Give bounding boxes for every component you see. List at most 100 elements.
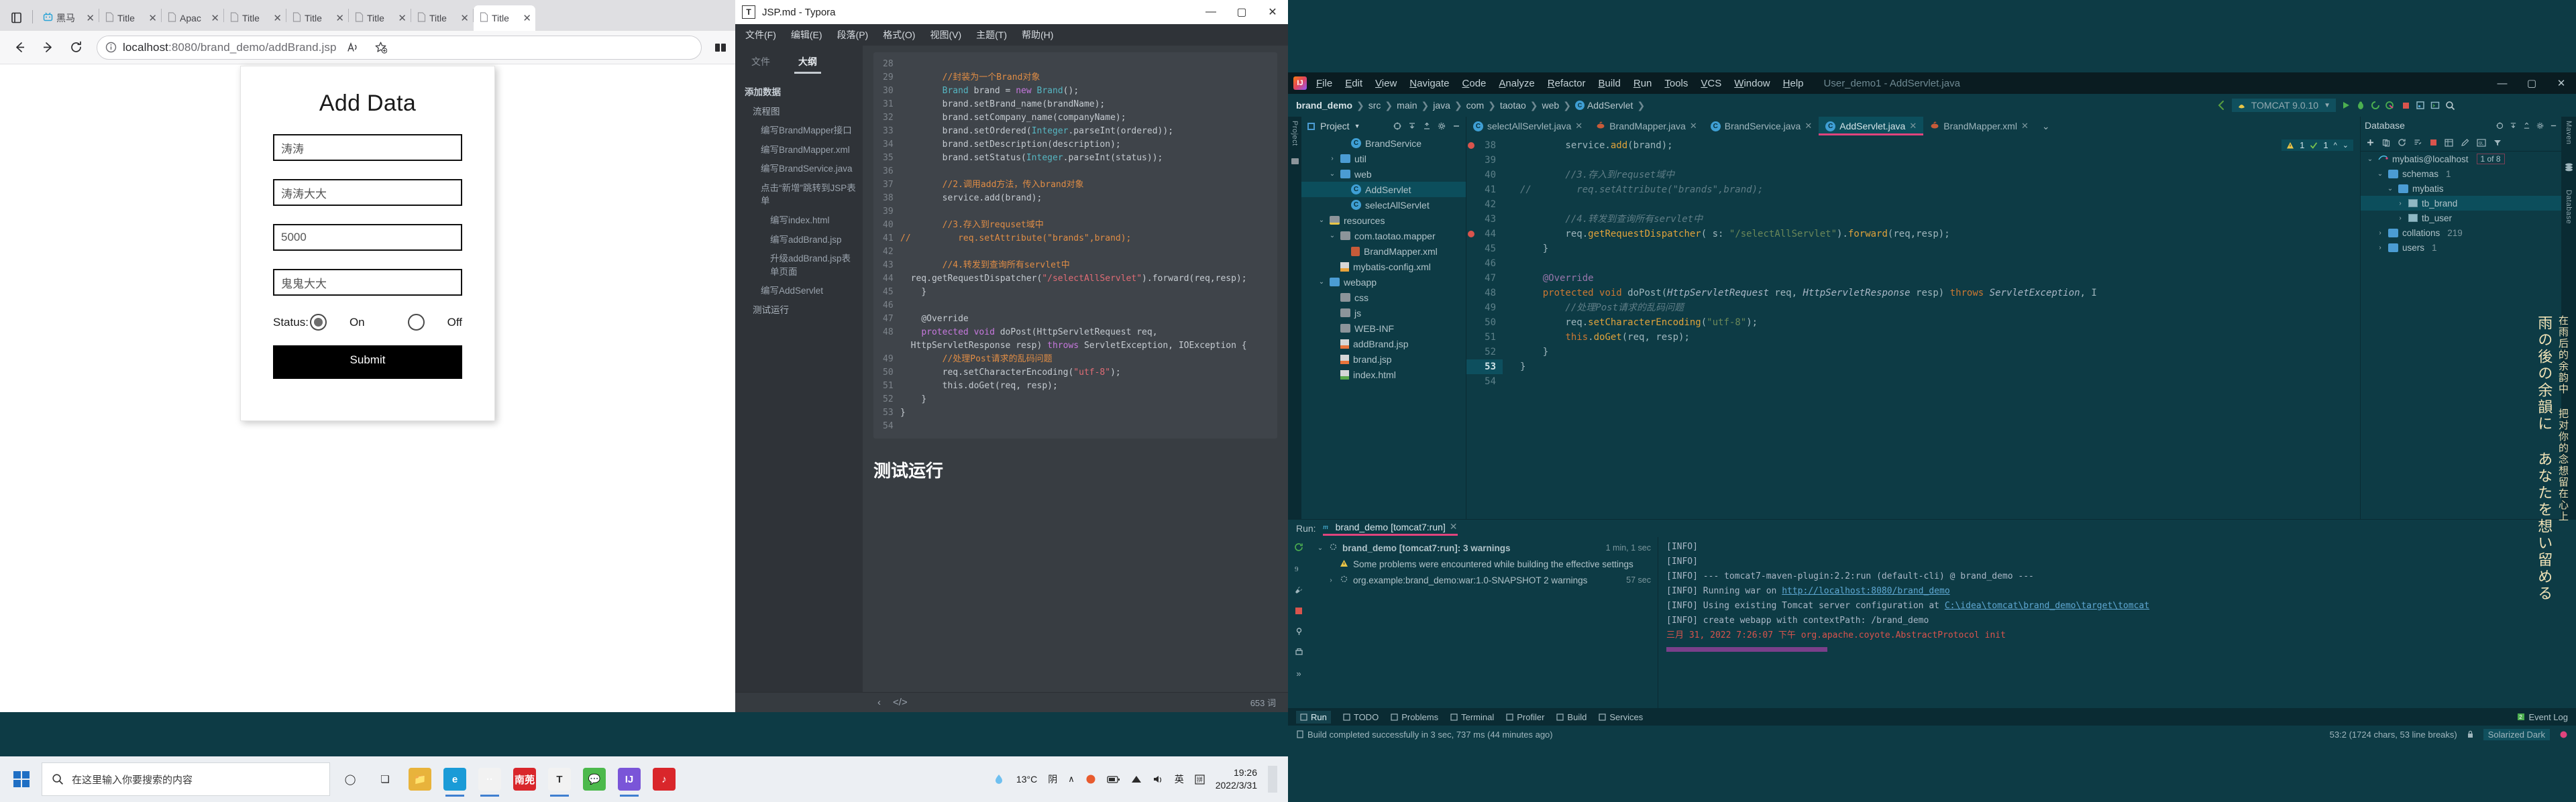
close-icon[interactable]: ✕ (1909, 121, 1917, 131)
close-icon[interactable]: ✕ (86, 13, 95, 23)
outline-item[interactable]: 编写index.html (743, 214, 856, 227)
profile-button[interactable] (2385, 101, 2396, 110)
typora-close-button[interactable]: ✕ (1257, 0, 1288, 24)
close-icon[interactable]: ✕ (211, 13, 219, 23)
outline-item[interactable]: 编写AddServlet (743, 284, 856, 298)
breadcrumb-item[interactable]: src (1368, 100, 1381, 111)
breadcrumb-item[interactable]: taotao (1500, 100, 1526, 111)
close-icon[interactable]: ✕ (1450, 521, 1458, 532)
qq-icon[interactable]: ·· (472, 760, 507, 798)
project-tree-row[interactable]: ⌄ web (1301, 166, 1466, 182)
typora-minimize-button[interactable]: — (1195, 0, 1226, 24)
wps-icon[interactable]: 南蔸 (507, 760, 542, 798)
site-info-icon[interactable] (105, 42, 117, 53)
tab-actions-icon[interactable] (4, 4, 28, 31)
horizontal-scrollbar[interactable] (1666, 647, 1827, 652)
prev-problem-icon[interactable]: ^ (2334, 141, 2337, 150)
idea-close-button[interactable]: ✕ (2546, 72, 2576, 94)
close-icon[interactable]: ✕ (148, 13, 157, 23)
code-lines[interactable]: 38 service.add(brand); 39 40 //3.存入到requse… (1466, 135, 2360, 389)
idea-menu-item[interactable]: View (1375, 78, 1397, 89)
description-input[interactable] (273, 269, 462, 296)
add-favorite-icon[interactable] (370, 37, 392, 58)
project-tree-row[interactable]: addBrand.jsp (1301, 336, 1466, 351)
expand-all-icon[interactable] (2510, 122, 2517, 129)
tool-window-button[interactable]: Services (1599, 712, 1643, 722)
project-tree-row[interactable]: ⌄ webapp (1301, 274, 1466, 290)
outline-item[interactable]: 编写BrandService.java (743, 162, 856, 176)
table-view-icon[interactable] (2445, 138, 2453, 147)
weather-icon[interactable] (992, 772, 1006, 786)
outline-item[interactable]: 点击“新增”跳转到JSP表单 (743, 182, 856, 208)
notifications-icon[interactable] (2559, 730, 2568, 739)
clock[interactable]: 19:26 2022/3/31 (1216, 766, 1257, 792)
chevron-icon[interactable]: ⌄ (2366, 156, 2374, 163)
stop-icon[interactable] (1295, 607, 1303, 615)
project-tree-row[interactable]: index.html (1301, 367, 1466, 382)
project-tree-row[interactable]: brand.jsp (1301, 351, 1466, 367)
maven-tool-tab[interactable]: Maven (2565, 121, 2573, 145)
status-on-label[interactable]: On (350, 316, 365, 329)
code-editor[interactable]: 1 1 ^ ⌄ 38 service.add(brand); 39 40 //3.存… (1466, 135, 2360, 519)
tool-window-button[interactable]: Problems (1391, 712, 1438, 722)
idea-menu-item[interactable]: VCS (1701, 78, 1721, 89)
search-everywhere-icon[interactable] (2445, 101, 2455, 111)
project-tree-row[interactable]: C BrandService (1301, 135, 1466, 151)
breadcrumb-item[interactable]: brand_demo (1296, 100, 1352, 111)
debug-button[interactable] (2356, 101, 2365, 110)
breadcrumb-item[interactable]: java (1433, 100, 1450, 111)
refresh-icon[interactable] (2398, 138, 2406, 147)
outline-item[interactable]: 编写BrandMapper接口 (743, 124, 856, 137)
project-tree-row[interactable]: WEB-INF (1301, 321, 1466, 336)
idea-minimize-button[interactable]: — (2487, 72, 2517, 94)
chevron-icon[interactable]: › (2376, 229, 2384, 237)
typora-icon[interactable]: T (542, 760, 577, 798)
collections-icon[interactable] (710, 37, 731, 58)
chevron-icon[interactable]: ⌄ (1316, 545, 1324, 552)
idea-menu-item[interactable]: Analyze (1499, 78, 1534, 89)
typora-menu-item[interactable]: 文件(F) (739, 25, 782, 44)
outline-item[interactable]: 编写BrandMapper.xml (743, 144, 856, 157)
project-tree-row[interactable]: ⌄ com.taotao.mapper (1301, 228, 1466, 243)
database-tree-row[interactable]: › tb_user (2361, 211, 2561, 225)
explorer-icon[interactable]: 📁 (402, 760, 437, 798)
browser-tab[interactable]: 黑马 ✕ (37, 5, 99, 31)
database-tree-row[interactable]: › users 1 (2361, 240, 2561, 255)
hide-panel-icon[interactable] (1452, 122, 1460, 130)
idea-menu-item[interactable]: Refactor (1548, 78, 1586, 89)
tool-window-button[interactable]: Run (1296, 710, 1331, 724)
typora-menu-item[interactable]: 帮助(H) (1016, 25, 1059, 44)
run-configuration-selector[interactable]: TOMCAT 9.0.10 ▼ (2231, 99, 2336, 112)
chevron-down-icon[interactable]: ▼ (1354, 123, 1360, 129)
typora-menu-item[interactable]: 段落(P) (831, 25, 875, 44)
cortana-icon[interactable]: ◯ (333, 760, 368, 798)
status-off-label[interactable]: Off (447, 316, 462, 329)
lock-icon[interactable] (2467, 730, 2474, 738)
hide-panel-icon[interactable] (2550, 122, 2557, 129)
scroll-from-source-icon[interactable] (1393, 122, 1401, 130)
close-icon[interactable]: ✕ (1575, 121, 1582, 131)
back-icon[interactable] (7, 35, 32, 60)
run-button[interactable] (2341, 101, 2351, 110)
editor-tab[interactable]: C AddServlet.java ✕ (1819, 117, 1924, 135)
chevron-icon[interactable]: ⌄ (1328, 232, 1336, 239)
editor-tab[interactable]: C BrandService.java ✕ (1704, 117, 1819, 135)
typora-menu-item[interactable]: 主题(T) (970, 25, 1013, 44)
tool-window-button[interactable]: TODO (1343, 712, 1379, 722)
chevron-icon[interactable]: ⌄ (1328, 170, 1336, 178)
terminal-icon[interactable] (2430, 101, 2440, 110)
close-icon[interactable]: ✕ (460, 13, 469, 23)
tool-window-button[interactable]: Terminal (1450, 712, 1494, 722)
ordered-input[interactable] (273, 224, 462, 251)
project-tree-row[interactable]: css (1301, 290, 1466, 305)
close-icon[interactable]: ✕ (523, 13, 531, 23)
idea-menu-item[interactable]: Edit (1345, 78, 1362, 89)
chevron-icon[interactable]: ⌄ (1318, 217, 1326, 224)
submit-button[interactable]: Submit (273, 345, 462, 375)
chevron-down-icon[interactable]: ▼ (2324, 102, 2330, 109)
more-icon[interactable]: » (1296, 669, 1301, 679)
editor-tab[interactable]: CselectAllServlet.java ✕ (1466, 117, 1589, 135)
search-input[interactable]: 在这里输入你要搜索的内容 (42, 762, 330, 796)
stop-button[interactable] (2402, 101, 2410, 110)
database-tree-row[interactable]: › collations 219 (2361, 225, 2561, 240)
